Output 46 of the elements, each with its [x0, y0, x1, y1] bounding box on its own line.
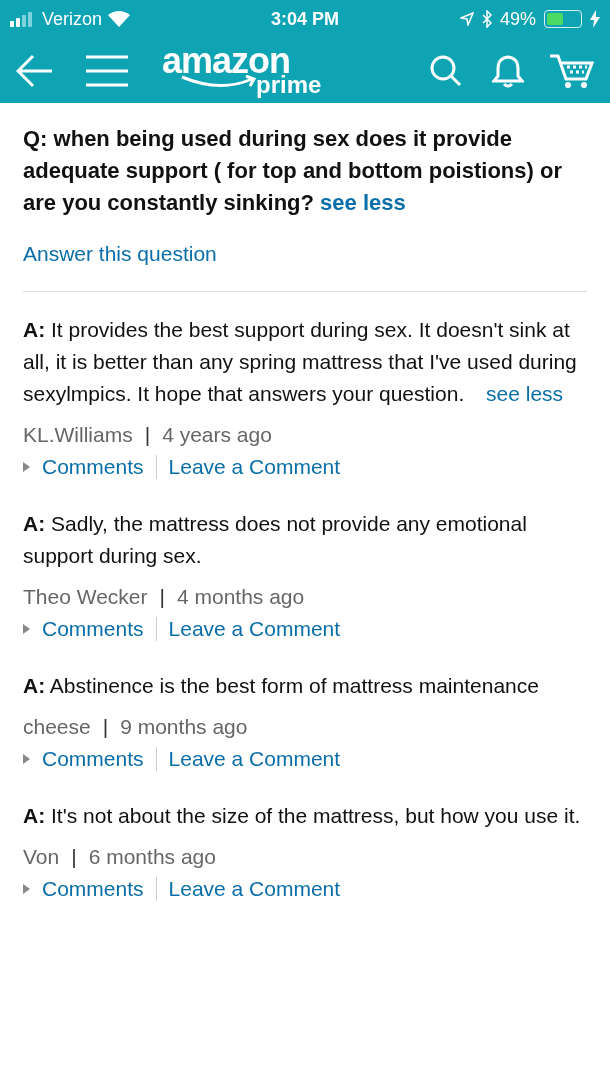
answer-time: 4 months ago: [176, 584, 305, 610]
battery-percent: 49%: [499, 7, 536, 31]
answer-author: KL.Williams: [23, 422, 133, 448]
amazon-prime-logo[interactable]: amazon prime: [162, 42, 332, 99]
search-icon[interactable]: [430, 54, 462, 87]
separator: |: [144, 422, 151, 448]
comments-link[interactable]: Comments: [42, 614, 144, 644]
separator: |: [102, 714, 109, 740]
cart-icon[interactable]: [550, 52, 594, 89]
caret-icon: [23, 754, 30, 764]
answer-author: cheese: [23, 714, 91, 740]
leave-comment-link[interactable]: Leave a Comment: [168, 744, 341, 774]
caret-icon: [23, 884, 30, 894]
answer-text: A: It's not about the size of the mattress, but how you use it.: [23, 803, 582, 829]
menu-icon[interactable]: [86, 54, 128, 87]
see-less-link[interactable]: see less: [320, 190, 406, 215]
leave-comment-link[interactable]: Leave a Comment: [168, 614, 341, 644]
location-icon: [459, 12, 474, 26]
answer-text: A: Abstinence is the best form of mattress maintenance: [23, 673, 540, 699]
leave-comment-link[interactable]: Leave a Comment: [168, 874, 341, 904]
bluetooth-icon: [481, 10, 492, 28]
question-text: Q: when being used during sex does it provide adequate support ( for top and bottom poistions) or are you constantly sinking? see less: [23, 125, 563, 217]
status-time: 3:04 PM: [270, 7, 340, 31]
comments-link[interactable]: Comments: [42, 452, 144, 482]
separator: |: [159, 584, 165, 610]
charging-icon: [590, 10, 600, 28]
answer-time: 6 months ago: [88, 844, 216, 870]
caret-icon: [23, 624, 30, 634]
back-arrow-icon[interactable]: [16, 53, 54, 88]
answer-time: 9 months ago: [120, 714, 248, 740]
answer-time: 4 years ago: [162, 422, 272, 448]
comments-link[interactable]: Comments: [42, 874, 144, 904]
answer-question-link[interactable]: Answer this question: [23, 239, 587, 269]
wifi-icon: [108, 11, 131, 27]
comments-link[interactable]: Comments: [42, 744, 144, 774]
separator: |: [71, 844, 77, 870]
answer-author: Von: [23, 844, 60, 870]
carrier-name: Verizon: [42, 7, 103, 31]
answer-text: A: It provides the best support during sex. It doesn't sink at all, it is better than any spring mattress that I've used during sexylmpics. It hope that answers your question. see less: [23, 317, 578, 407]
caret-icon: [23, 462, 30, 472]
leave-comment-link[interactable]: Leave a Comment: [168, 452, 341, 482]
battery-icon: [544, 10, 582, 28]
answer-text: A: Sadly, the mattress does not provide any emotional support during sex.: [23, 511, 528, 569]
bell-icon[interactable]: [492, 53, 524, 88]
answer-author: Theo Wecker: [23, 584, 148, 610]
see-less-link[interactable]: see less: [486, 382, 564, 405]
